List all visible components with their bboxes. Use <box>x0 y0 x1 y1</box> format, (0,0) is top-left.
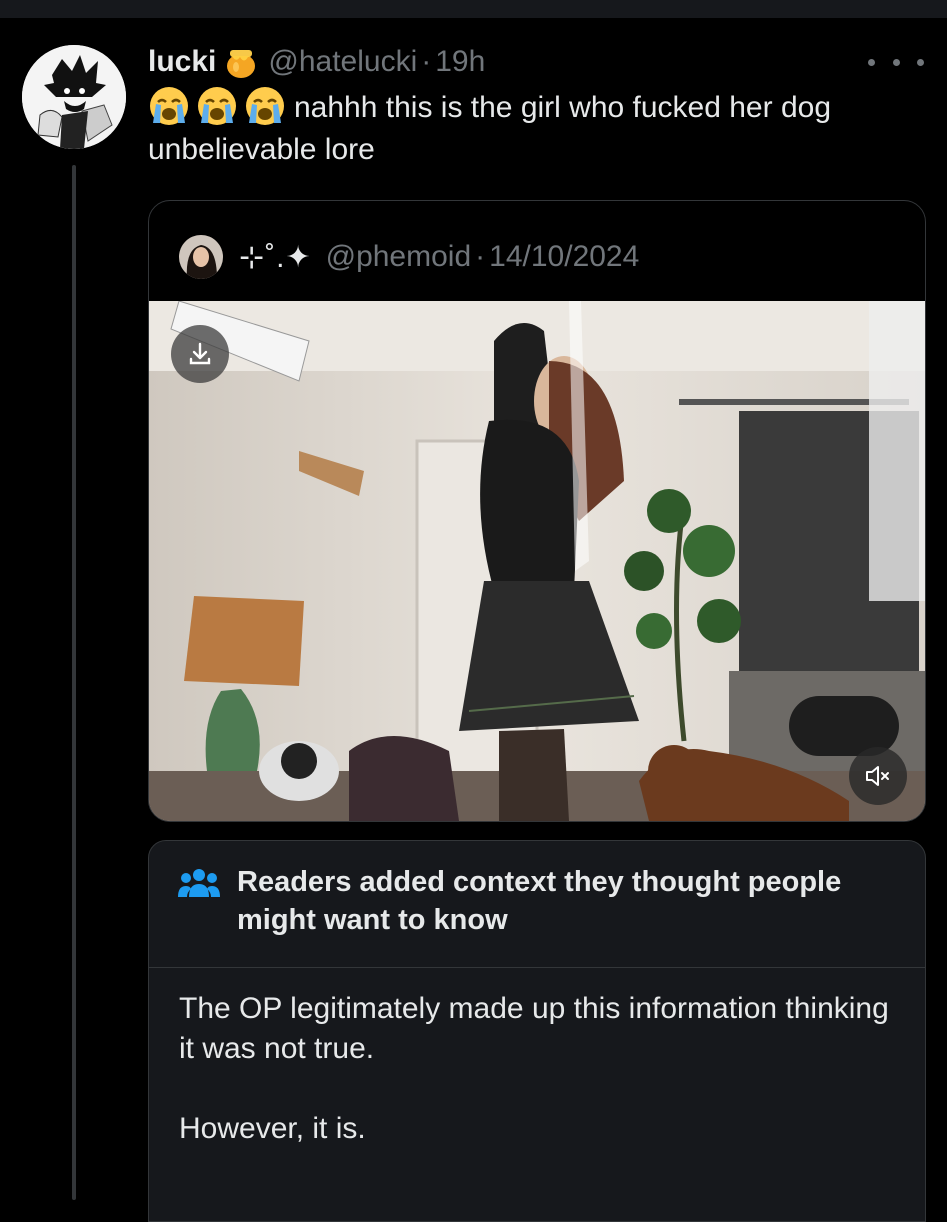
more-dot-icon <box>892 58 900 66</box>
tweet-text: nahhh this is the girl who fucked her do… <box>148 87 918 170</box>
community-note-paragraph: The OP legitimately made up this informa… <box>179 992 889 1065</box>
avatar-illustration <box>22 45 126 149</box>
quoted-avatar-photo <box>179 235 223 279</box>
community-note-paragraph: However, it is. <box>179 1112 366 1145</box>
download-button[interactable] <box>171 325 229 383</box>
video-frame <box>149 301 925 821</box>
more-options-button[interactable] <box>868 48 924 76</box>
timestamp[interactable]: 19h <box>435 45 485 79</box>
quoted-date[interactable]: 14/10/2024 <box>489 240 639 274</box>
more-dot-icon <box>917 58 924 66</box>
people-icon <box>178 869 220 897</box>
community-note-body: The OP legitimately made up this informa… <box>179 989 899 1149</box>
video-player[interactable] <box>149 301 925 821</box>
community-note[interactable]: Readers added context they thought peopl… <box>148 840 926 1222</box>
separator-dot: · <box>475 240 486 273</box>
display-name[interactable]: lucki <box>148 45 216 79</box>
community-note-header: Readers added context they thought peopl… <box>149 841 925 968</box>
loudly-crying-face-icon <box>246 87 284 126</box>
quoted-handle[interactable]: @phemoid <box>326 240 472 274</box>
loudly-crying-face-icon <box>198 87 236 126</box>
quoted-avatar[interactable] <box>179 235 223 279</box>
quoted-display-name[interactable]: ⊹˚.✦ <box>239 240 312 275</box>
more-dot-icon <box>868 58 875 66</box>
honey-pot-icon <box>224 45 258 79</box>
thread-connector-line <box>72 165 76 1200</box>
mute-button[interactable] <box>849 747 907 805</box>
quoted-tweet-header: ⊹˚.✦ @phemoid · 14/10/2024 <box>179 233 639 281</box>
top-bar <box>0 0 947 18</box>
avatar[interactable] <box>22 45 126 149</box>
loudly-crying-face-icon <box>150 87 188 126</box>
mute-icon <box>866 766 889 786</box>
quoted-tweet[interactable]: ⊹˚.✦ @phemoid · 14/10/2024 <box>148 200 926 822</box>
handle[interactable]: @hatelucki <box>268 45 417 79</box>
community-note-title: Readers added context they thought peopl… <box>237 866 842 936</box>
separator-dot: · <box>421 45 432 78</box>
download-icon <box>189 342 211 365</box>
tweet-header: lucki @hatelucki · 19h <box>148 42 485 82</box>
